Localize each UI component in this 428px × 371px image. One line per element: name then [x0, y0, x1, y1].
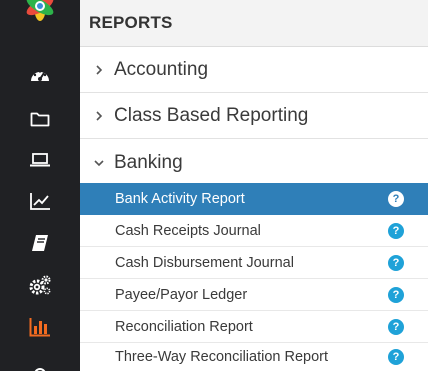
report-item-three-way-reconciliation-report[interactable]: Three-Way Reconciliation Report ?: [80, 343, 428, 371]
settings-gears-icon[interactable]: [20, 270, 60, 300]
help-icon[interactable]: ?: [388, 286, 404, 303]
reports-bar-chart-icon[interactable]: [20, 312, 60, 342]
report-item-label: Reconciliation Report: [115, 318, 253, 335]
help-icon[interactable]: ?: [388, 254, 404, 271]
report-item-label: Payee/Payor Ledger: [115, 286, 248, 303]
reports-panel: REPORTS Accounting Class Based Reporting…: [80, 0, 428, 371]
chevron-right-icon: [92, 63, 106, 77]
report-item-label: Cash Disbursement Journal: [115, 254, 294, 271]
app-logo-icon[interactable]: [18, 0, 62, 30]
help-icon[interactable]: ?: [388, 349, 404, 365]
report-item-label: Bank Activity Report: [115, 190, 245, 207]
laptop-icon[interactable]: [20, 145, 60, 175]
section-class-based-reporting[interactable]: Class Based Reporting: [80, 94, 428, 139]
book-icon[interactable]: [20, 228, 60, 258]
report-item-cash-receipts-journal[interactable]: Cash Receipts Journal ?: [80, 215, 428, 247]
help-icon[interactable]: ?: [388, 222, 404, 239]
help-icon[interactable]: ?: [388, 318, 404, 335]
section-label: Accounting: [114, 59, 209, 80]
dashboard-icon[interactable]: [20, 60, 60, 90]
section-banking[interactable]: Banking: [80, 140, 428, 185]
report-item-payee-payor-ledger[interactable]: Payee/Payor Ledger ?: [80, 279, 428, 311]
report-item-reconciliation-report[interactable]: Reconciliation Report ?: [80, 311, 428, 343]
more-icon[interactable]: [20, 358, 60, 371]
trend-chart-icon[interactable]: [20, 186, 60, 216]
report-item-bank-activity-report[interactable]: Bank Activity Report ?: [80, 183, 428, 215]
report-item-label: Cash Receipts Journal: [115, 222, 261, 239]
chevron-down-icon: [92, 156, 106, 170]
report-item-cash-disbursement-journal[interactable]: Cash Disbursement Journal ?: [80, 247, 428, 279]
section-label: Class Based Reporting: [114, 105, 309, 126]
help-icon[interactable]: ?: [388, 190, 404, 207]
section-accounting[interactable]: Accounting: [80, 48, 428, 93]
panel-header: REPORTS: [80, 0, 428, 47]
section-label: Banking: [114, 151, 183, 173]
app-sidebar: [0, 0, 80, 371]
folder-icon[interactable]: [20, 104, 60, 134]
report-item-label: Three-Way Reconciliation Report: [115, 349, 329, 365]
page-title: REPORTS: [89, 13, 173, 32]
chevron-right-icon: [92, 109, 106, 123]
